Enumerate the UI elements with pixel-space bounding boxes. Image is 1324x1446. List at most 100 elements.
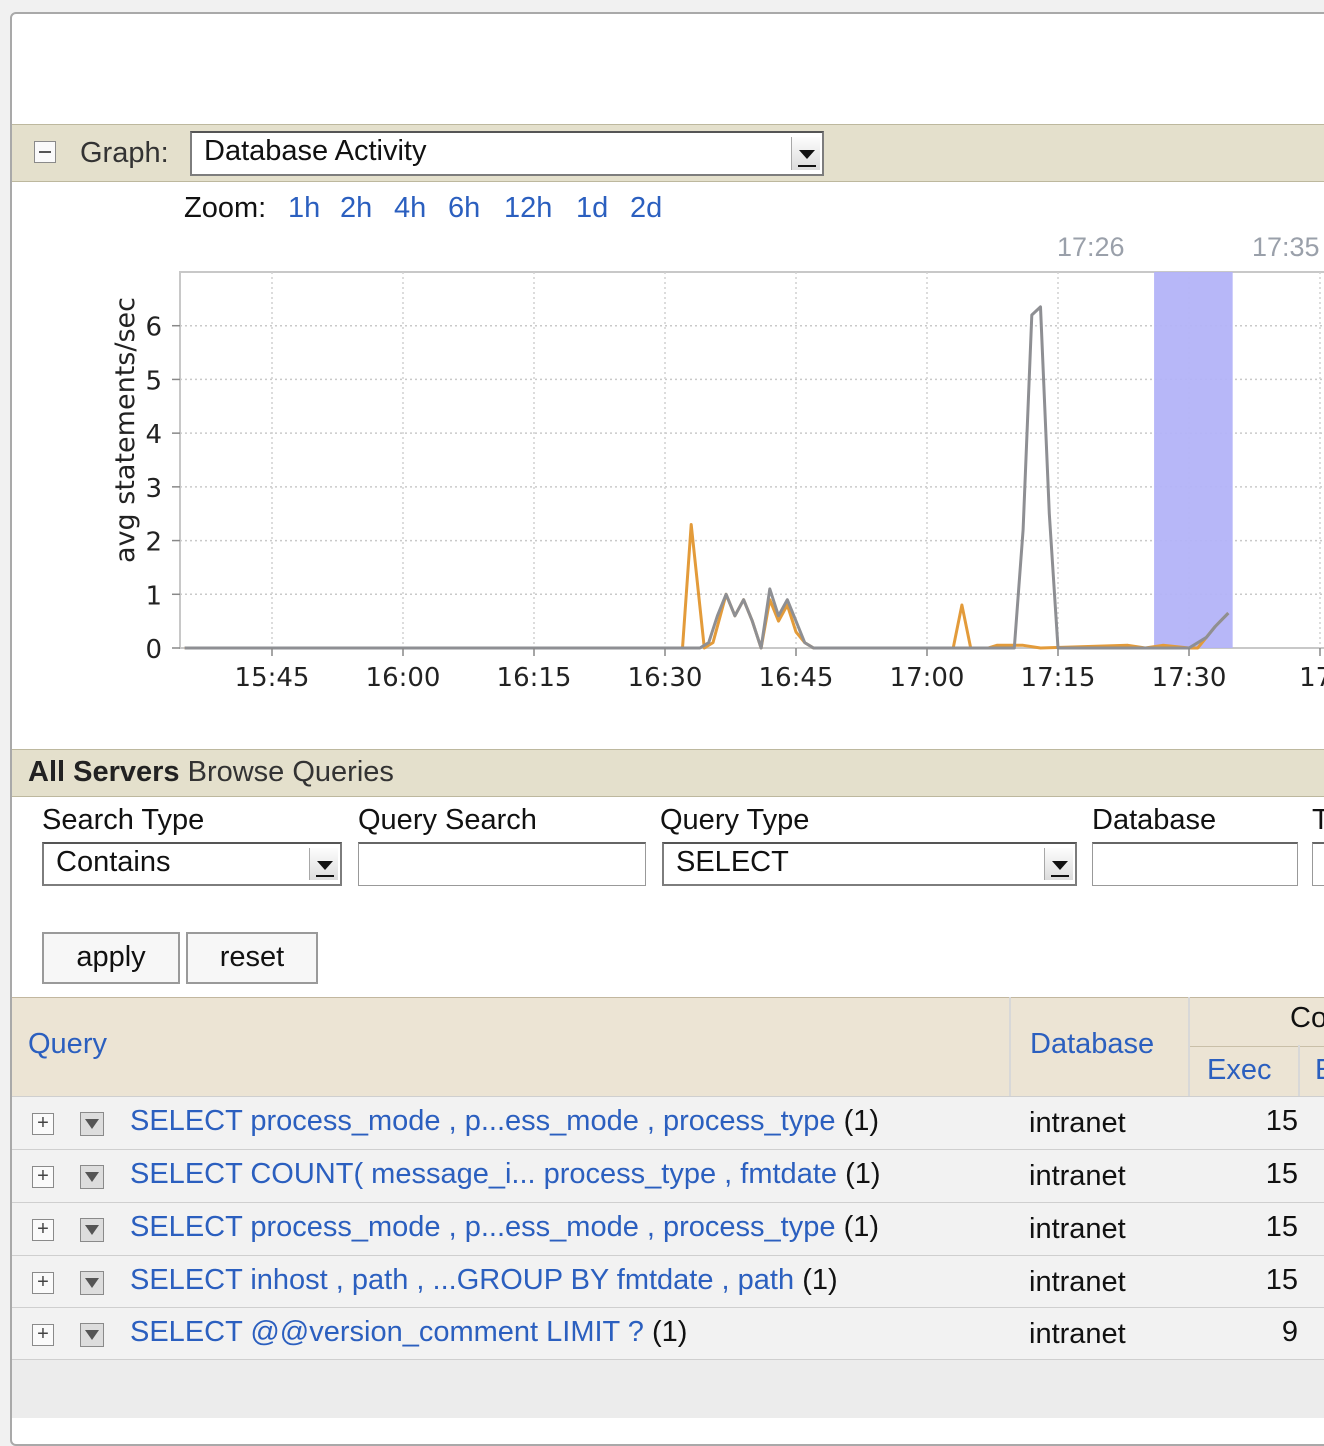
graph-select-value: Database Activity bbox=[204, 135, 427, 167]
query-link[interactable]: SELECT @@version_comment LIMIT ? bbox=[130, 1316, 644, 1348]
database-cell: intranet bbox=[1029, 1160, 1126, 1192]
x-tick-label: 17: bbox=[1299, 663, 1324, 693]
expand-icon[interactable]: + bbox=[32, 1113, 54, 1135]
apply-button[interactable]: apply bbox=[42, 932, 180, 984]
x-tick-label: 17:00 bbox=[890, 663, 965, 693]
plot-area bbox=[179, 271, 1324, 649]
table-footer bbox=[12, 1359, 1324, 1418]
row-menu-icon[interactable] bbox=[80, 1112, 104, 1136]
column-truncated[interactable]: E bbox=[1315, 1054, 1324, 1087]
row-menu-icon[interactable] bbox=[80, 1323, 104, 1347]
query-count: (1) bbox=[802, 1264, 838, 1296]
column-query[interactable]: Query bbox=[28, 1028, 107, 1061]
table-row[interactable]: + SELECT COUNT( message_i... process_typ… bbox=[12, 1149, 1324, 1203]
table-row[interactable]: + SELECT @@version_comment LIMIT ? (1) i… bbox=[12, 1307, 1324, 1361]
query-link[interactable]: SELECT process_mode , p...ess_mode , pro… bbox=[130, 1211, 836, 1243]
browse-queries-bar: All Servers Browse Queries bbox=[12, 749, 1324, 797]
y-tick-label: 2 bbox=[145, 528, 162, 558]
table-row[interactable]: + SELECT inhost , path , ...GROUP BY fmt… bbox=[12, 1255, 1324, 1309]
exec-cell: 15 bbox=[1265, 1105, 1298, 1137]
chart-grid bbox=[179, 271, 1324, 649]
browse-title: All Servers Browse Queries bbox=[28, 756, 394, 789]
database-cell: intranet bbox=[1029, 1318, 1126, 1350]
exec-cell: 15 bbox=[1265, 1264, 1298, 1296]
query-cell: SELECT process_mode , p...ess_mode , pro… bbox=[130, 1105, 879, 1138]
activity-chart[interactable]: 0 1 2 3 4 5 6 15:45 16:00 16:15 16:30 16:45 17:00 17:… bbox=[72, 262, 1324, 702]
x-tick-label: 17:15 bbox=[1021, 663, 1096, 693]
query-cell: SELECT process_mode , p...ess_mode , pro… bbox=[130, 1211, 879, 1244]
browse-title-text: Browse Queries bbox=[187, 756, 394, 788]
database-label: Database bbox=[1092, 804, 1217, 836]
graph-header-bar: Graph: Database Activity bbox=[12, 124, 1324, 182]
y-tick-label: 4 bbox=[145, 420, 162, 450]
query-cell: SELECT COUNT( message_i... process_type … bbox=[130, 1158, 881, 1191]
x-tick-label: 17:30 bbox=[1152, 663, 1227, 693]
query-link[interactable]: SELECT inhost , path , ...GROUP BY fmtda… bbox=[130, 1264, 794, 1296]
query-search-label: Query Search bbox=[358, 804, 537, 836]
zoom-link-2d[interactable]: 2d bbox=[630, 192, 662, 225]
zoom-link-12h[interactable]: 12h bbox=[504, 192, 552, 225]
row-menu-icon[interactable] bbox=[80, 1218, 104, 1242]
zoom-link-1d[interactable]: 1d bbox=[576, 192, 608, 225]
header-divider bbox=[1190, 1046, 1324, 1047]
expand-icon[interactable]: + bbox=[32, 1272, 54, 1294]
exec-cell: 9 bbox=[1281, 1316, 1298, 1348]
zoom-link-1h[interactable]: 1h bbox=[288, 192, 320, 225]
selection-highlight bbox=[1154, 272, 1233, 648]
chart-selection bbox=[1154, 272, 1233, 648]
column-database[interactable]: Database bbox=[1030, 1028, 1154, 1061]
table-header: Query Database Co Exec E bbox=[12, 997, 1324, 1096]
query-count: (1) bbox=[845, 1158, 881, 1190]
expand-icon[interactable]: + bbox=[32, 1324, 54, 1346]
dropdown-arrow-icon[interactable] bbox=[1044, 848, 1073, 880]
query-count: (1) bbox=[652, 1316, 688, 1348]
query-link[interactable]: SELECT process_mode , p...ess_mode , pro… bbox=[130, 1105, 836, 1137]
row-menu-icon[interactable] bbox=[80, 1165, 104, 1189]
query-cell: SELECT inhost , path , ...GROUP BY fmtda… bbox=[130, 1264, 838, 1297]
zoom-link-4h[interactable]: 4h bbox=[394, 192, 426, 225]
expand-icon[interactable]: + bbox=[32, 1166, 54, 1188]
exec-cell: 15 bbox=[1265, 1158, 1298, 1190]
database-cell: intranet bbox=[1029, 1107, 1126, 1139]
reset-button[interactable]: reset bbox=[186, 932, 318, 984]
x-tick-label: 16:30 bbox=[628, 663, 703, 693]
collapse-graph-icon[interactable] bbox=[34, 141, 56, 163]
database-cell: intranet bbox=[1029, 1213, 1126, 1245]
query-type-value: SELECT bbox=[676, 846, 789, 878]
table-row[interactable]: + SELECT process_mode , p...ess_mode , p… bbox=[12, 1096, 1324, 1150]
y-tick-label: 0 bbox=[145, 635, 162, 665]
query-type-select[interactable]: SELECT bbox=[662, 842, 1077, 886]
exec-cell: 15 bbox=[1265, 1211, 1298, 1243]
dropdown-arrow-icon[interactable] bbox=[791, 137, 820, 170]
selection-start-time: 17:26 bbox=[1057, 232, 1125, 262]
row-menu-icon[interactable] bbox=[80, 1271, 104, 1295]
search-type-label: Search Type bbox=[42, 804, 205, 836]
search-type-select[interactable]: Contains bbox=[42, 842, 342, 886]
zoom-label: Zoom: bbox=[184, 192, 267, 224]
database-input[interactable] bbox=[1092, 842, 1298, 886]
y-tick-label: 3 bbox=[145, 474, 162, 504]
x-tick-label: 16:45 bbox=[759, 663, 834, 693]
expand-icon[interactable]: + bbox=[32, 1219, 54, 1241]
browse-title-scope: All Servers bbox=[28, 756, 180, 788]
table-row[interactable]: + SELECT process_mode , p...ess_mode , p… bbox=[12, 1202, 1324, 1256]
x-tick-label: 16:15 bbox=[497, 663, 572, 693]
query-count: (1) bbox=[843, 1105, 880, 1137]
selection-end-time: 17:35 bbox=[1252, 232, 1320, 262]
query-search-input[interactable] bbox=[358, 842, 646, 886]
zoom-link-2h[interactable]: 2h bbox=[340, 192, 372, 225]
y-tick-label: 5 bbox=[145, 366, 162, 396]
truncated-field-label: T bbox=[1312, 804, 1324, 837]
column-exec[interactable]: Exec bbox=[1207, 1054, 1271, 1087]
graph-select[interactable]: Database Activity bbox=[190, 131, 824, 176]
database-cell: intranet bbox=[1029, 1266, 1126, 1298]
zoom-link-6h[interactable]: 6h bbox=[448, 192, 480, 225]
truncated-field-input[interactable] bbox=[1312, 842, 1324, 886]
query-type-label: Query Type bbox=[660, 804, 810, 836]
dropdown-arrow-icon[interactable] bbox=[309, 848, 338, 880]
query-link[interactable]: SELECT COUNT( message_i... process_type … bbox=[130, 1158, 837, 1190]
y-axis-label: avg statements/sec bbox=[110, 297, 141, 563]
graph-label: Graph: bbox=[80, 137, 169, 169]
y-tick-label: 1 bbox=[145, 581, 162, 611]
y-tick-label: 6 bbox=[145, 313, 162, 343]
